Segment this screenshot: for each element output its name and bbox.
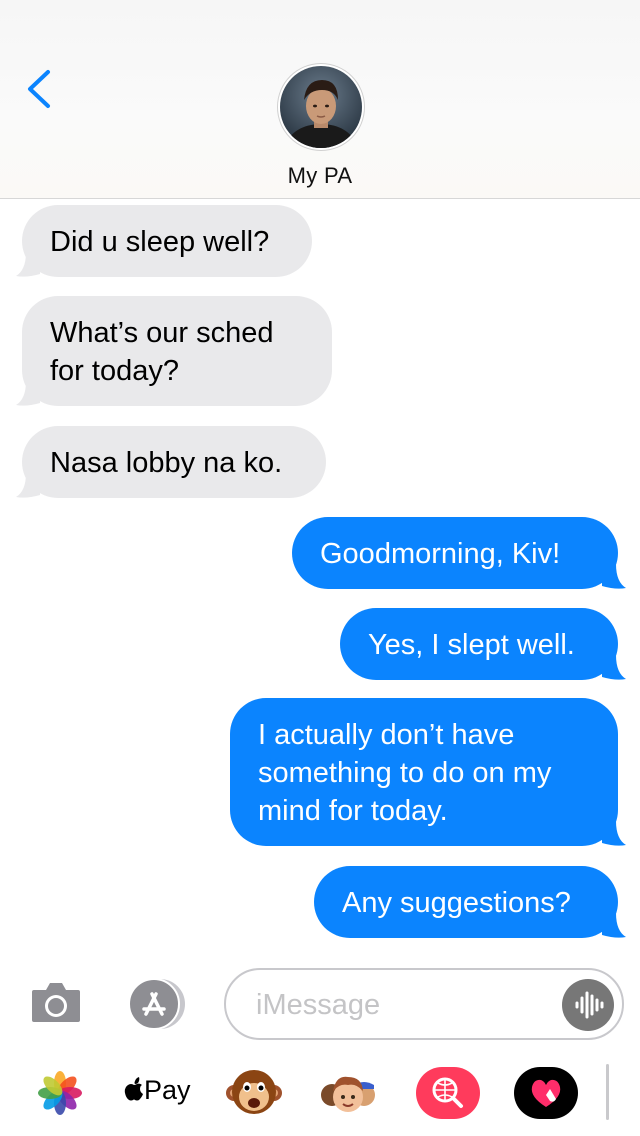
app-store-icon <box>128 978 185 1030</box>
outgoing-message-bubble[interactable]: Any suggestions? <box>314 866 618 938</box>
message-text: something to do on my <box>258 757 552 789</box>
tray-divider <box>606 1064 609 1120</box>
incoming-message-bubble[interactable]: Did u sleep well? <box>22 205 312 277</box>
message-text: Goodmorning, Kiv! <box>320 538 561 570</box>
outgoing-message-bubble[interactable]: Goodmorning, Kiv! <box>292 517 618 589</box>
apple-logo-icon <box>124 1077 144 1108</box>
web-images-search-icon <box>416 1067 480 1119</box>
avatar-photo <box>280 66 362 148</box>
bubble-tail <box>16 252 40 277</box>
digital-touch-button[interactable] <box>512 1065 580 1121</box>
camera-button[interactable] <box>30 980 82 1024</box>
back-button[interactable] <box>24 66 58 112</box>
camera-icon <box>32 983 80 1022</box>
message-text: What’s our sched <box>50 317 274 349</box>
bubble-tail <box>16 381 40 406</box>
animoji-button[interactable] <box>224 1065 284 1121</box>
message-text: I actually don’t have <box>258 719 515 751</box>
app-store-button[interactable] <box>124 976 190 1032</box>
monkey-animoji-icon <box>226 1070 282 1114</box>
apple-pay-button[interactable]: Pay <box>124 1075 191 1108</box>
audio-message-button[interactable] <box>562 979 614 1031</box>
message-input-container[interactable] <box>224 968 624 1040</box>
waveform-icon <box>575 991 604 1019</box>
bubble-tail <box>602 821 626 846</box>
message-input[interactable] <box>256 984 556 1026</box>
bubble-tail <box>602 564 626 589</box>
images-search-button[interactable] <box>414 1065 482 1121</box>
memoji-stickers-icon <box>321 1076 375 1112</box>
contact-name[interactable]: My PA <box>0 163 640 189</box>
outgoing-message-bubble[interactable]: I actually don’t have something to do on… <box>230 698 618 846</box>
message-text: Yes, I slept well. <box>368 629 575 661</box>
incoming-message-bubble[interactable]: What’s our sched for today? <box>22 296 332 406</box>
photos-icon <box>38 1071 82 1115</box>
apple-pay-label: Pay <box>144 1075 191 1105</box>
message-text: Nasa lobby na ko. <box>50 447 283 479</box>
message-text: Any suggestions? <box>342 887 571 919</box>
bubble-tail <box>602 655 626 680</box>
outgoing-message-bubble[interactable]: Yes, I slept well. <box>340 608 618 680</box>
chevron-left-icon <box>28 70 50 108</box>
message-text: mind for today. <box>258 795 448 827</box>
digital-touch-icon <box>514 1067 578 1119</box>
conversation-header: My PA <box>0 0 640 199</box>
bubble-tail <box>602 913 626 938</box>
bubble-tail <box>16 473 40 498</box>
contact-avatar[interactable] <box>280 66 362 148</box>
memoji-stickers-button[interactable] <box>318 1065 378 1121</box>
incoming-message-bubble[interactable]: Nasa lobby na ko. <box>22 426 326 498</box>
message-text: for today? <box>50 355 179 387</box>
photos-app-button[interactable] <box>30 1065 90 1121</box>
message-text: Did u sleep well? <box>50 226 270 258</box>
